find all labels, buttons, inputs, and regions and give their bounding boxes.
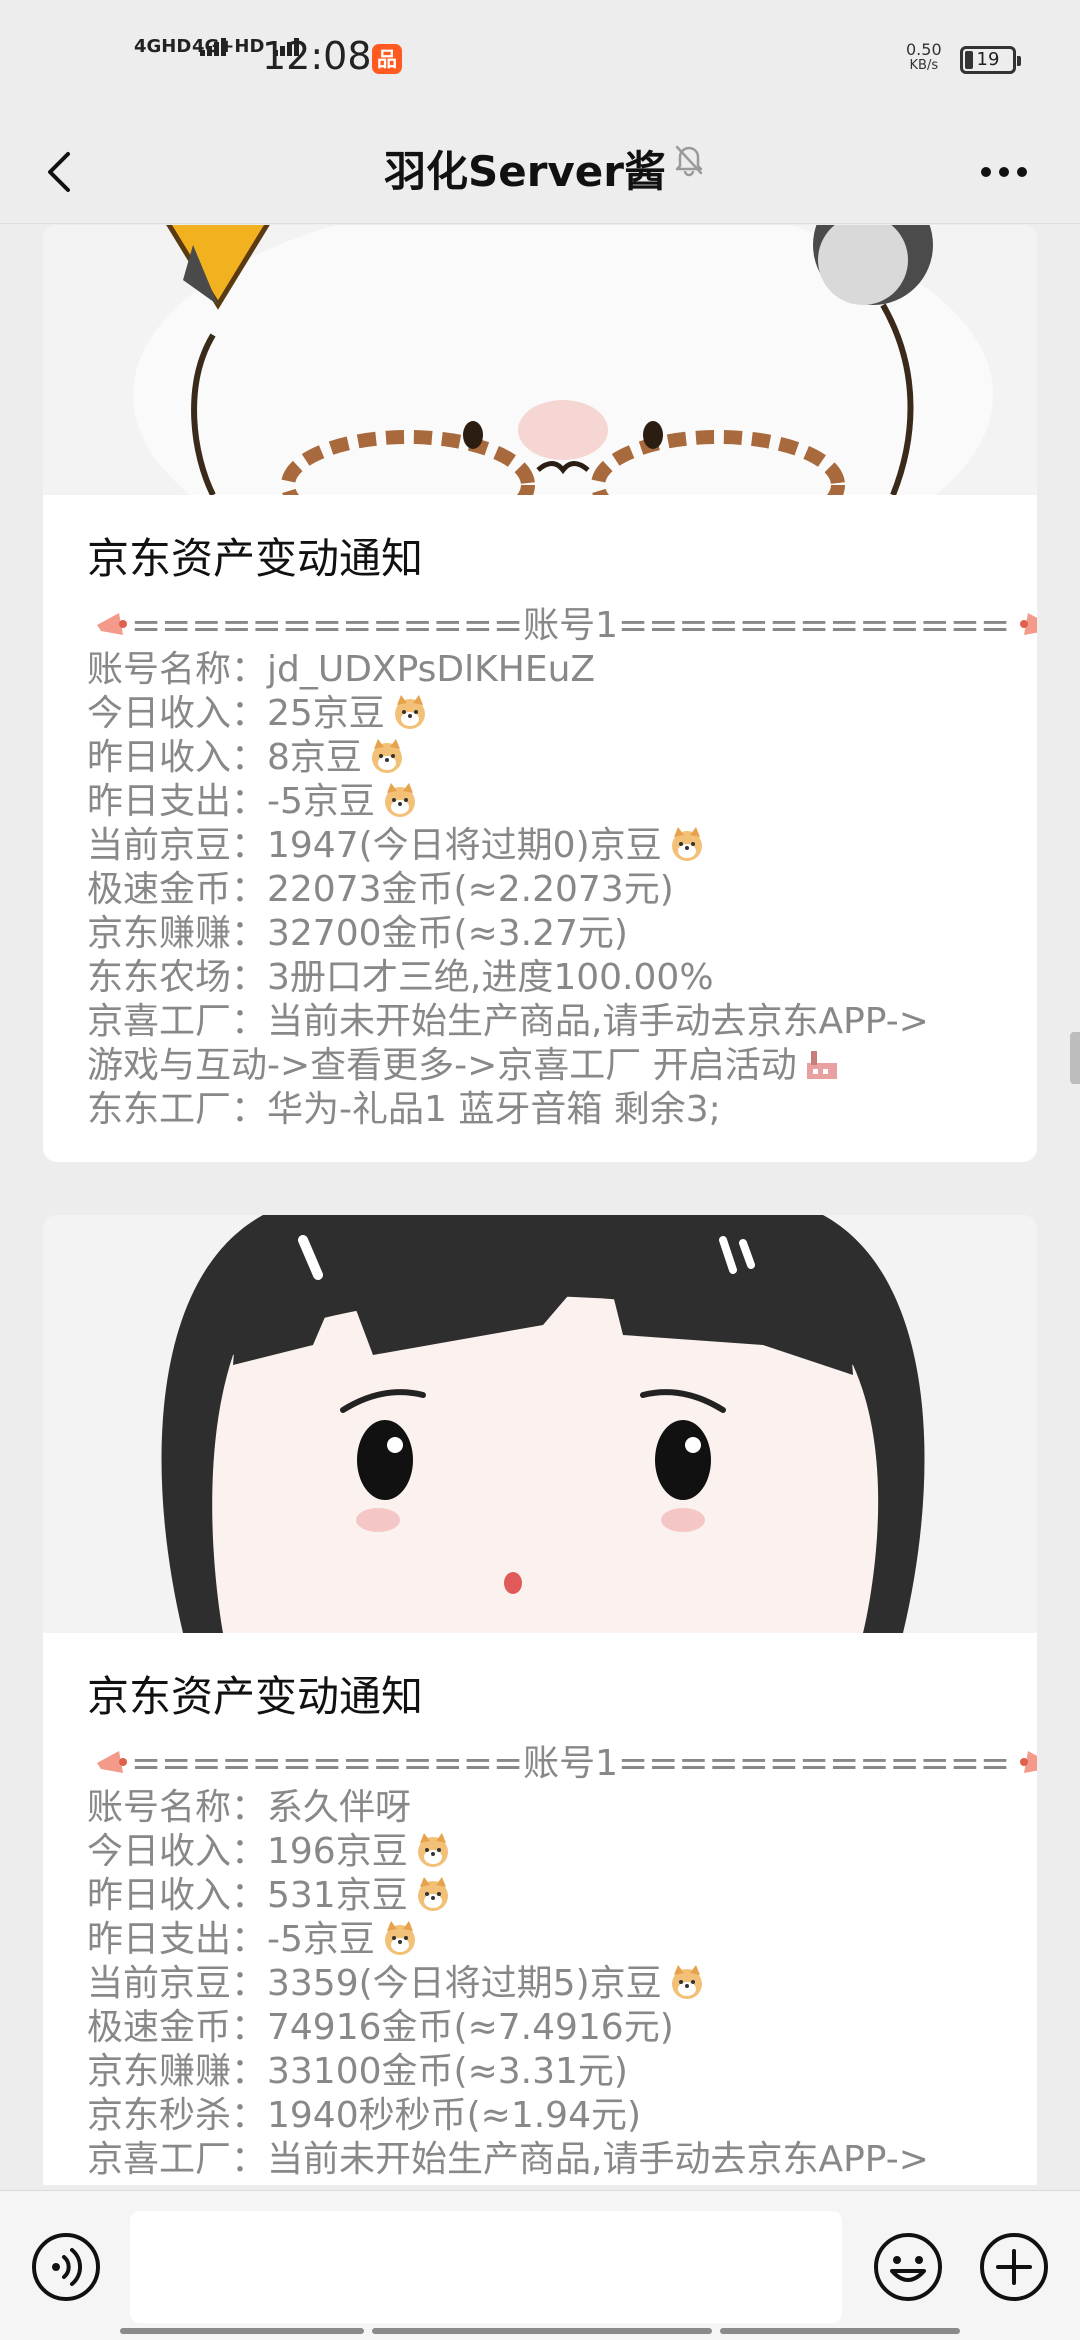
info-line-text: 游戏与互动->查看更多->京喜工厂 开启活动 [87, 1045, 797, 1086]
net-speed: 0.50 KB/s [906, 42, 942, 74]
info-line: 京东赚赚：33100金币(≈3.31元) [87, 2051, 628, 2092]
card-body: =============账号1============= 账号名称：jd_UD… [43, 604, 1037, 1162]
info-line: 当前京豆：1947(今日将过期0)京豆 [87, 824, 993, 868]
info-line: 今日收入：25京豆 [87, 692, 993, 736]
info-line: 当前京豆：3359(今日将过期5)京豆 [87, 1962, 993, 2006]
account-header-line: =============账号1============= [87, 604, 1037, 648]
info-line: 京喜工厂：当前未开始生产商品,请手动去京东APP-> [87, 2139, 929, 2180]
scroll-indicator[interactable] [1070, 1032, 1080, 1084]
info-line-text: 当前京豆：1947(今日将过期0)京豆 [87, 825, 662, 866]
message-card[interactable]: 京东资产变动通知 =============账号1============= 账… [43, 1215, 1037, 2185]
gesture-bar [120, 2328, 364, 2334]
voice-icon[interactable] [30, 2231, 102, 2303]
info-line: 东东工厂：华为-礼品1 蓝牙音箱 剩余3; [87, 1089, 721, 1130]
megaphone-emoji [1020, 1751, 1037, 1773]
dog-face-emoji [384, 783, 415, 817]
dog-face-emoji [671, 827, 702, 861]
info-line-text: 昨日收入：8京豆 [87, 737, 362, 778]
info-line: 账号名称：jd_UDXPsDlKHEuZ [87, 649, 596, 690]
dog-face-emoji [394, 695, 425, 729]
battery-fill [965, 51, 973, 69]
info-line: 极速金币：74916金币(≈7.4916元) [87, 2007, 674, 2048]
account-header-line: =============账号1============= [87, 1742, 1037, 1786]
signal-2-label: 4G+HD [192, 36, 265, 57]
info-line: 京东秒杀：1940秒秒币(≈1.94元) [87, 2095, 642, 2136]
cartoon-cat-image [43, 225, 1037, 495]
megaphone-emoji [97, 613, 127, 635]
info-line-text: 今日收入：25京豆 [87, 693, 385, 734]
info-line: 昨日收入：531京豆 [87, 1874, 993, 1918]
card-body: =============账号1============= 账号名称：系久伴呀 … [43, 1742, 1037, 2185]
megaphone-emoji [1020, 613, 1037, 635]
info-line: 今日收入：196京豆 [87, 1830, 993, 1874]
message-input[interactable] [130, 2211, 842, 2323]
info-line-text: 当前京豆：3359(今日将过期5)京豆 [87, 1963, 662, 2004]
info-line: 京喜工厂：当前未开始生产商品,请手动去京东APP-> [87, 1001, 929, 1042]
more-dots-icon[interactable] [974, 144, 1034, 200]
dog-face-emoji [417, 1833, 448, 1867]
net-speed-unit: KB/s [909, 58, 939, 73]
status-bar: 4GHD 4G+HD 12:08 品 0.50 KB/s 19 [0, 0, 1080, 120]
info-line-text: 今日收入：196京豆 [87, 1831, 408, 1872]
gesture-bar [372, 2328, 712, 2334]
emoji-face-icon[interactable] [872, 2231, 944, 2303]
message-card[interactable]: 京东资产变动通知 =============账号1============= 账… [43, 225, 1037, 1162]
info-line: 账号名称：系久伴呀 [87, 1787, 412, 1828]
info-line: 极速金币：22073金币(≈2.2073元) [87, 869, 674, 910]
account-header-text: =============账号1============= [131, 1743, 1011, 1784]
chat-title: 羽化Server酱 [383, 147, 667, 196]
info-line: 昨日收入：8京豆 [87, 736, 993, 780]
dog-face-emoji [417, 1877, 448, 1911]
info-line-text: 昨日收入：531京豆 [87, 1875, 408, 1916]
battery-level: 19 [976, 49, 1000, 70]
card-illustration [43, 225, 1037, 495]
net-speed-value: 0.50 [906, 40, 942, 59]
info-line-text: 昨日支出：-5京豆 [87, 1919, 375, 1960]
bell-muted-icon [675, 145, 703, 177]
chat-input-bar [0, 2190, 1080, 2340]
dog-face-emoji [671, 1965, 702, 1999]
gesture-bar [720, 2328, 960, 2334]
info-line-text: 昨日支出：-5京豆 [87, 781, 375, 822]
message-feed[interactable]: 京东资产变动通知 =============账号1============= 账… [0, 225, 1080, 2185]
megaphone-emoji [97, 1751, 127, 1773]
info-line: 游戏与互动->查看更多->京喜工厂 开启活动 [87, 1044, 993, 1088]
clock: 12:08 [262, 34, 372, 78]
card-title: 京东资产变动通知 [87, 534, 424, 583]
info-line: 昨日支出：-5京豆 [87, 1918, 993, 1962]
info-line: 昨日支出：-5京豆 [87, 780, 993, 824]
factory-emoji [806, 1051, 837, 1079]
battery-icon: 19 [960, 46, 1021, 74]
info-line: 东东农场：3册口才三绝,进度100.00% [87, 957, 714, 998]
signal-1-label: 4GHD [134, 36, 192, 57]
account-header-text: =============账号1============= [131, 605, 1011, 646]
card-title: 京东资产变动通知 [87, 1672, 424, 1721]
dog-face-emoji [371, 739, 402, 773]
card-illustration [43, 1215, 1037, 1633]
chat-header: 羽化Server酱 [0, 120, 1080, 224]
app-notification-icon: 品 [372, 44, 402, 74]
cartoon-girl-image [43, 1215, 1037, 1633]
info-line: 京东赚赚：32700金币(≈3.27元) [87, 913, 628, 954]
plus-icon[interactable] [978, 2231, 1050, 2303]
dog-face-emoji [384, 1921, 415, 1955]
